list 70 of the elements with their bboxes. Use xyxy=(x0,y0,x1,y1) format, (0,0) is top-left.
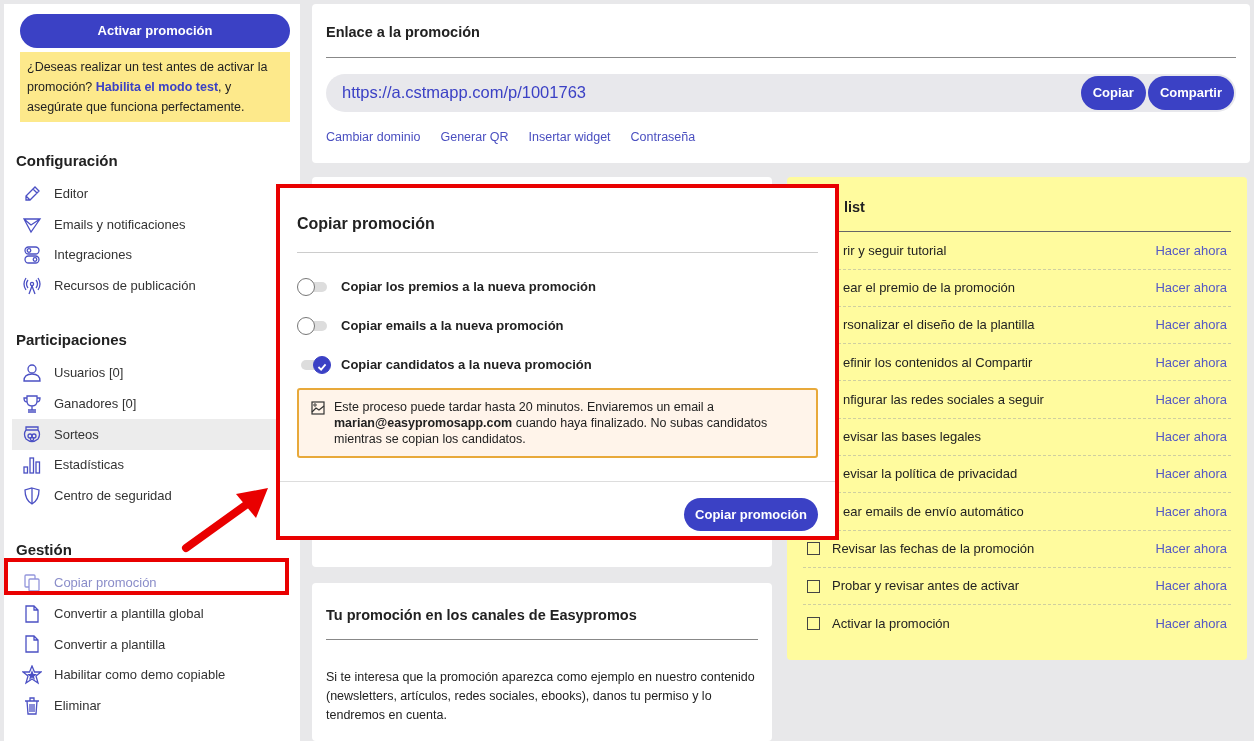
sidebar-item[interactable]: Habilitar como demo copiable xyxy=(12,659,288,691)
test-mode-notice: ¿Deseas realizar un test antes de activar la promoción? Habilita el modo test, y asegúrate que funciona perfectamente. xyxy=(20,52,290,122)
checkbox[interactable] xyxy=(807,579,820,593)
checkbox[interactable] xyxy=(807,617,820,631)
sidebar-item[interactable]: Convertir a plantilla xyxy=(12,629,288,660)
card-text: Si te interesa que la promoción aparezca como ejemplo en nuestro contenido (newsletters, artículos, redes sociales, ebooks), danos tu permiso y lo tendremos en cuenta. xyxy=(326,669,756,725)
sidebar-item[interactable]: Recursos de publicación xyxy=(12,270,288,302)
trash-icon xyxy=(22,695,42,716)
task-label: ear el premio de la promoción xyxy=(843,279,1015,295)
card-title: Tu promoción en los canales de Easypromos xyxy=(326,604,758,641)
do-now-link[interactable]: Hacer ahora xyxy=(1155,614,1227,634)
document-icon xyxy=(22,634,42,655)
task-label: nfigurar las redes sociales a seguir xyxy=(843,391,1044,407)
sidebar-item[interactable]: Centro de seguridad xyxy=(12,480,288,512)
card-title: Enlace a la promoción xyxy=(326,22,1236,58)
bar-chart-icon xyxy=(22,455,42,476)
antenna-icon xyxy=(22,275,42,296)
sidebar-item[interactable]: Integraciones xyxy=(12,239,288,271)
confirm-button[interactable]: Copiar promoción xyxy=(684,498,818,531)
do-now-link[interactable]: Hacer ahora xyxy=(1155,389,1227,410)
option-label: Copiar los premios a la nueva promoción xyxy=(341,277,596,296)
sidebar-item[interactable]: Convertir a plantilla global xyxy=(12,598,288,630)
image-icon xyxy=(311,401,325,415)
sidebar-item[interactable]: Emails y notificaciones xyxy=(12,209,288,240)
task-label: efinir los contenidos al Compartir xyxy=(843,354,1033,370)
dialog-title: Copiar promoción xyxy=(297,212,818,253)
jar-icon xyxy=(22,424,42,445)
do-now-link[interactable]: Hacer ahora xyxy=(1155,240,1227,261)
copy-icon xyxy=(22,573,42,594)
task-label: ear emails de envío automático xyxy=(843,503,1024,519)
document-icon xyxy=(22,603,42,624)
user-icon xyxy=(22,363,42,384)
task-label: evisar las bases legales xyxy=(843,429,982,445)
do-now-link[interactable]: Hacer ahora xyxy=(1155,539,1227,559)
task-label: rir y seguir tutorial xyxy=(843,242,947,258)
link[interactable]: Generar QR xyxy=(440,127,509,147)
link[interactable]: Cambiar dominio xyxy=(326,127,421,147)
task-label: Probar y revisar antes de activar xyxy=(832,578,1020,594)
do-now-link[interactable]: Hacer ahora xyxy=(1155,464,1227,484)
section-heading: Participaciones xyxy=(16,330,128,351)
url-field[interactable]: https://a.cstmapp.com/p/1001763 Copiar Compartir xyxy=(326,73,1236,112)
shield-icon xyxy=(22,485,42,506)
link[interactable]: Insertar widget xyxy=(528,127,611,147)
do-now-link[interactable]: Hacer ahora xyxy=(1155,315,1227,335)
sidebar-item[interactable]: Editor xyxy=(12,178,288,210)
option-label: Copiar candidatos a la nueva promoción xyxy=(341,355,592,374)
toggles-icon xyxy=(22,245,42,266)
action-button[interactable]: Compartir xyxy=(1147,75,1234,110)
do-now-link[interactable]: Hacer ahora xyxy=(1155,427,1227,447)
section-heading: Gestión xyxy=(16,540,73,561)
activate-button[interactable]: Activar promoción xyxy=(20,14,290,48)
notice-text: Este proceso puede tardar hasta 20 minutos. Enviaremos un email a marian@easypromosapp.com cuando haya finalizado. No subas candidatos mientras se copian los candidatos. xyxy=(334,399,769,447)
star-icon xyxy=(22,665,42,686)
do-now-link[interactable]: Hacer ahora xyxy=(1155,352,1227,373)
sidebar-item[interactable]: Eliminar xyxy=(12,690,288,722)
task-label: Activar la promoción xyxy=(832,616,950,632)
task-label: evisar la política de privacidad xyxy=(843,466,1018,482)
option-label: Copiar emails a la nueva promoción xyxy=(341,316,564,335)
sidebar-item[interactable]: Usuarios [0] xyxy=(12,357,288,389)
do-now-link[interactable]: Hacer ahora xyxy=(1155,277,1227,298)
trophy-icon xyxy=(22,393,42,414)
do-now-link[interactable]: Hacer ahora xyxy=(1155,576,1227,596)
link[interactable]: Contraseña xyxy=(630,127,696,147)
section-heading: Configuración xyxy=(16,151,119,171)
card-title: list xyxy=(844,198,865,215)
task-label: Revisar las fechas de la promoción xyxy=(832,541,1035,556)
action-button[interactable]: Copiar xyxy=(1080,75,1146,110)
checkbox[interactable] xyxy=(807,542,820,556)
task-label: rsonalizar el diseño de la plantilla xyxy=(843,317,1035,333)
do-now-link[interactable]: Hacer ahora xyxy=(1155,501,1227,522)
